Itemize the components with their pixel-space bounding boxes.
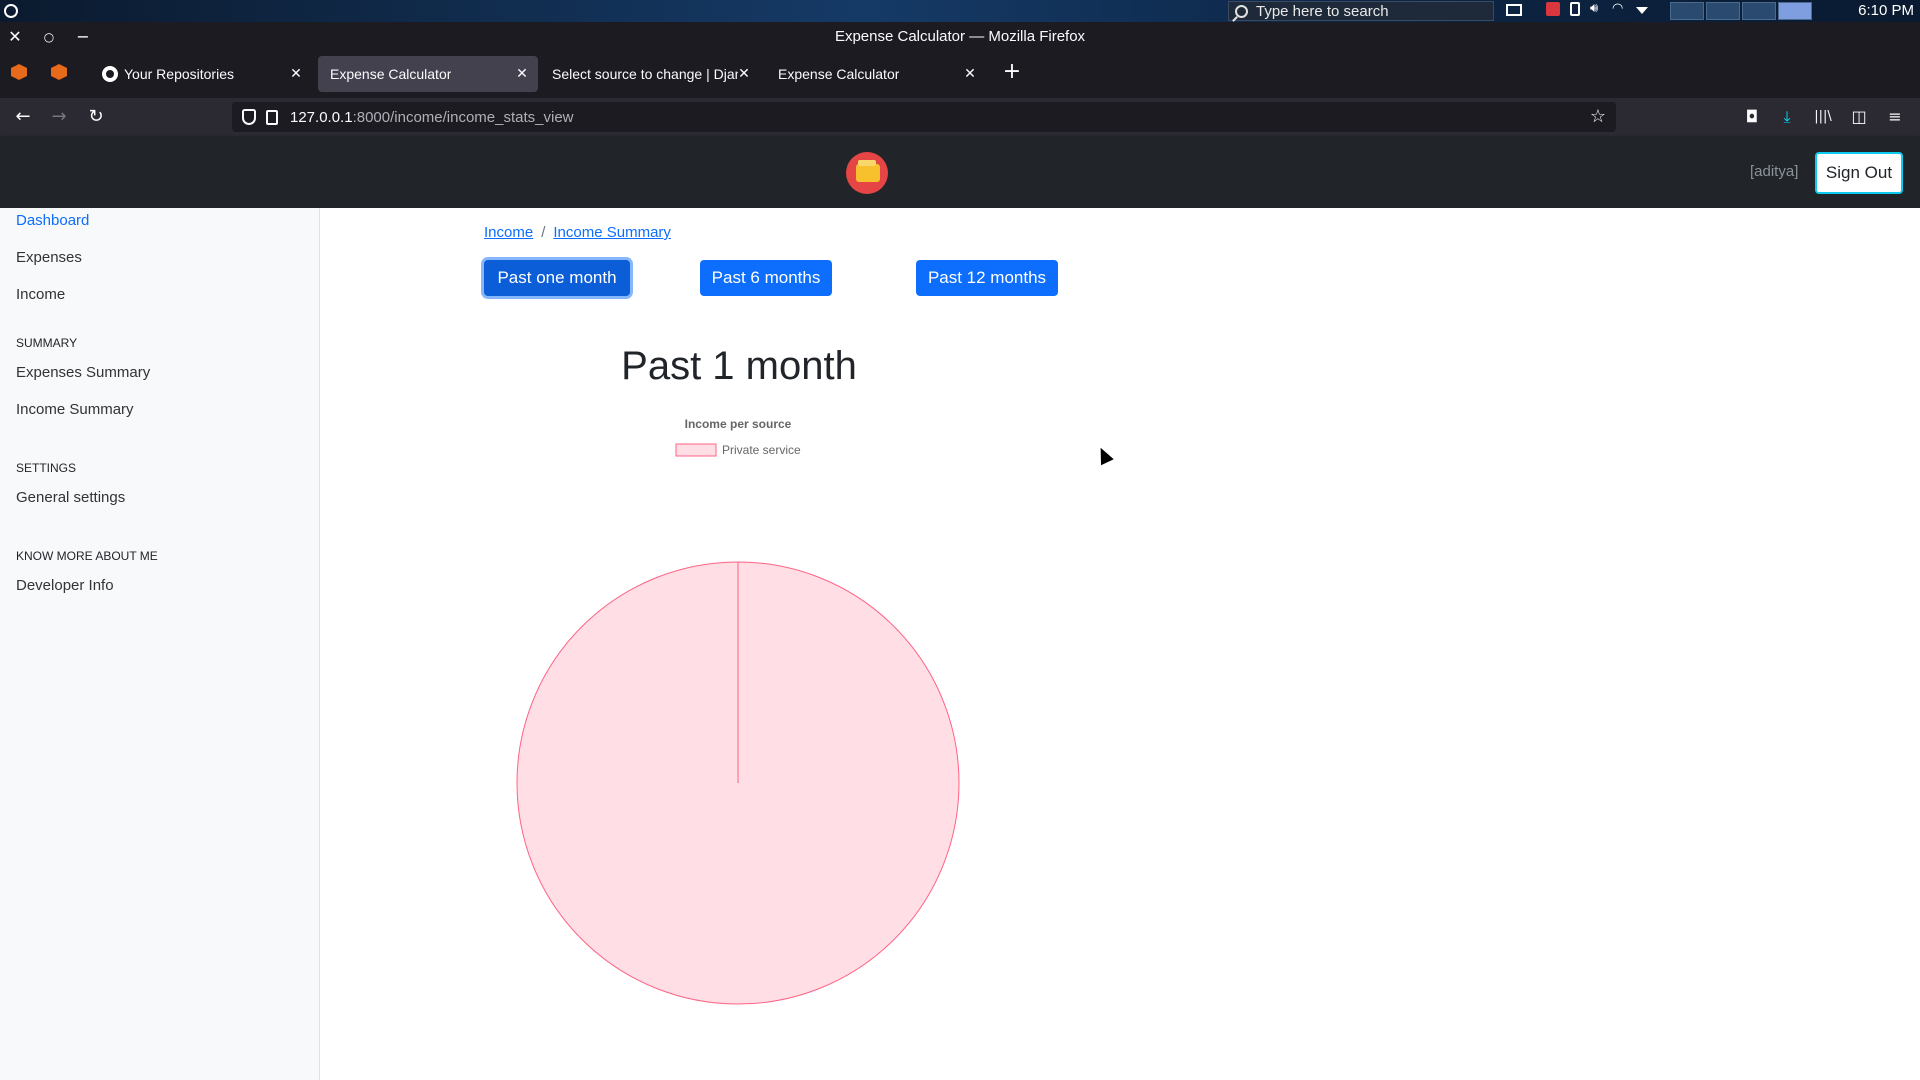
tab-your-repositories[interactable]: Your Repositories ✕ <box>90 56 312 92</box>
main-content: Income / Income Summary Past one month P… <box>320 208 1920 1080</box>
breadcrumb: Income / Income Summary <box>484 224 671 241</box>
chart-heading: Past 1 month <box>621 344 857 388</box>
sidebar-toggle-icon[interactable]: ◫ <box>1849 107 1869 127</box>
url-bar[interactable]: 127.0.0.1:8000/income/income_stats_view … <box>232 102 1616 132</box>
library-icon[interactable]: |||\ <box>1813 107 1833 127</box>
sidebar-item-income-summary[interactable]: Income Summary <box>16 401 134 418</box>
chart-legend[interactable]: Private service <box>675 443 801 457</box>
breadcrumb-income[interactable]: Income <box>484 224 533 241</box>
sidebar: Dashboard Expenses Income SUMMARY Expens… <box>0 208 320 1080</box>
close-tab-icon[interactable]: ✕ <box>736 65 752 81</box>
tracking-protection-icon[interactable] <box>242 109 256 125</box>
tab-strip: Your Repositories ✕ Expense Calculator ✕… <box>0 52 1920 98</box>
window-title: Expense Calculator — Mozilla Firefox <box>834 28 1086 45</box>
tab-label: Expense Calculator <box>778 66 900 82</box>
sidebar-heading-about: KNOW MORE ABOUT ME <box>16 549 158 563</box>
clipboard-icon[interactable] <box>1570 2 1580 16</box>
url-host: 127.0.0.1 <box>290 108 353 126</box>
window-titlebar: ✕ ○ − Expense Calculator — Mozilla Firef… <box>0 22 1920 52</box>
hexagon-icon <box>51 64 67 80</box>
menu-icon[interactable]: ≡ <box>1885 107 1905 127</box>
notification-icon[interactable] <box>1546 2 1560 16</box>
pinned-tab-1[interactable] <box>11 64 29 82</box>
forward-button[interactable]: → <box>49 107 69 127</box>
taskbar-search-placeholder: Type here to search <box>1256 2 1389 20</box>
pie-slices[interactable] <box>516 561 960 1005</box>
legend-swatch[interactable] <box>675 443 717 457</box>
close-tab-icon[interactable]: ✕ <box>514 65 530 81</box>
pocket-icon[interactable]: ◘ <box>1742 107 1762 127</box>
url-text[interactable]: 127.0.0.1:8000/income/income_stats_view <box>290 109 574 126</box>
workspace-3[interactable] <box>1742 2 1776 20</box>
new-tab-button[interactable]: + <box>1002 61 1022 83</box>
tab-django-select-source[interactable]: Select source to change | Django ✕ <box>540 56 760 92</box>
sidebar-heading-summary: SUMMARY <box>16 336 78 350</box>
username: [aditya] <box>1750 163 1799 180</box>
chart-title: Income per source <box>685 417 792 431</box>
sidebar-item-developer-info[interactable]: Developer Info <box>16 577 114 594</box>
sidebar-item-expenses[interactable]: Expenses <box>16 249 82 266</box>
navigation-toolbar: ← → ↻ 127.0.0.1:8000/income/income_stats… <box>0 98 1920 136</box>
past-one-month-button[interactable]: Past one month <box>484 260 630 296</box>
bookmark-star-icon[interactable]: ☆ <box>1588 107 1608 127</box>
pie-slice-private-service[interactable] <box>516 561 960 1005</box>
tray-expand-icon[interactable] <box>1636 7 1648 14</box>
past-12-months-button[interactable]: Past 12 months <box>916 260 1058 296</box>
workspace-4[interactable] <box>1778 2 1812 20</box>
close-tab-icon[interactable]: ✕ <box>288 65 304 81</box>
task-view-icon[interactable] <box>1506 4 1522 16</box>
sidebar-item-expenses-summary[interactable]: Expenses Summary <box>16 364 150 381</box>
sign-out-button[interactable]: Sign Out <box>1815 152 1903 194</box>
back-button[interactable]: ← <box>13 107 33 127</box>
tab-label: Expense Calculator <box>330 66 452 82</box>
tab-label: Select source to change | Django <box>552 66 738 82</box>
downloads-icon[interactable]: ⤓ <box>1777 107 1797 127</box>
past-6-months-button[interactable]: Past 6 months <box>700 260 832 296</box>
taskbar-search[interactable]: Type here to search <box>1228 1 1494 21</box>
search-icon <box>1235 4 1248 18</box>
breadcrumb-separator: / <box>541 224 546 241</box>
hexagon-icon <box>11 64 27 80</box>
workspace-1[interactable] <box>1670 2 1704 20</box>
start-menu-icon[interactable] <box>4 4 18 18</box>
tab-label: Your Repositories <box>124 66 234 82</box>
sidebar-item-dashboard[interactable]: Dashboard <box>16 212 89 229</box>
tab-expense-calculator-active[interactable]: Expense Calculator ✕ <box>318 56 538 92</box>
clock: 6:10 PM <box>1858 2 1914 19</box>
wallet-logo-icon[interactable] <box>846 152 888 194</box>
github-icon <box>102 66 118 82</box>
wifi-icon[interactable]: ◠ <box>1612 2 1626 16</box>
tab-expense-calculator[interactable]: Expense Calculator ✕ <box>766 56 986 92</box>
legend-label[interactable]: Private service <box>722 443 801 457</box>
pinned-tab-2[interactable] <box>51 64 69 82</box>
workspace-switcher[interactable] <box>1670 2 1812 20</box>
workspace-2[interactable] <box>1706 2 1740 20</box>
sidebar-item-general-settings[interactable]: General settings <box>16 489 125 506</box>
page-info-icon[interactable] <box>266 109 278 125</box>
sidebar-heading-settings: SETTINGS <box>16 461 77 475</box>
os-taskbar: Type here to search 🔊︎ ◠ 6:10 PM <box>0 0 1920 22</box>
sidebar-item-income[interactable]: Income <box>16 286 65 303</box>
breadcrumb-income-summary[interactable]: Income Summary <box>553 224 671 241</box>
reload-button[interactable]: ↻ <box>86 107 106 127</box>
income-pie-chart[interactable]: Income per source Private service <box>320 404 1160 1080</box>
pie-chart-svg: Income per source Private service <box>516 417 960 1005</box>
volume-icon[interactable]: 🔊︎ <box>1590 2 1604 16</box>
app-header: [aditya] Sign Out <box>0 136 1920 208</box>
url-path: :8000/income/income_stats_view <box>352 108 574 126</box>
close-tab-icon[interactable]: ✕ <box>962 65 978 81</box>
